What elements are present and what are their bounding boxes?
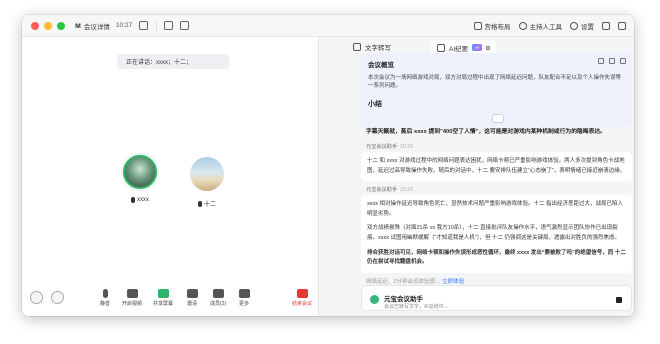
participant-name-row: xxxx <box>123 197 157 203</box>
members-label: 成员(2) <box>209 301 227 307</box>
message-time: 10:26 <box>400 187 414 193</box>
summary-title: 会议概览 <box>368 62 394 69</box>
mute-label: 静音 <box>99 301 110 307</box>
fullscreen-icon[interactable] <box>602 22 610 30</box>
gear-icon <box>570 22 578 30</box>
members-icon <box>212 289 224 298</box>
message-paragraph: 双方战绩悬殊（对面21杀 vs 我方10杀），十二 直接批评队友操作水平，语气激… <box>367 225 621 241</box>
camera-icon <box>126 289 138 298</box>
divider <box>156 20 158 31</box>
assistant-avatar-icon <box>370 295 379 304</box>
message-header: 元宝会议助手 10:26 <box>366 186 413 193</box>
ai-badge: AI <box>472 44 483 51</box>
minimize-window-button[interactable] <box>44 21 52 30</box>
more-label: 更多 <box>238 301 249 307</box>
tab-transcript[interactable]: 文字转写 <box>353 42 391 52</box>
notes-icon[interactable] <box>164 21 174 30</box>
invite-button[interactable]: 邀请 <box>182 289 202 307</box>
host-tools-button[interactable]: 主持人工具 <box>518 21 563 31</box>
raise-hand-button[interactable] <box>51 291 64 304</box>
app-logo-icon: ᴍ <box>75 21 81 30</box>
add-user-icon <box>186 289 198 298</box>
stop-icon[interactable] <box>616 297 622 303</box>
message-text: 十二 和 xxxx 对游戏过程中的网络问题表达困扰，网络卡顿已严重影响游戏体验。… <box>367 158 626 174</box>
meeting-time: 10:27 <box>115 22 133 29</box>
window-mode-icon[interactable] <box>618 22 626 30</box>
apps-icon[interactable] <box>180 21 190 30</box>
more-button[interactable]: 更多 <box>234 289 254 307</box>
assistant-status: 会议已转写文字，AI总结中… <box>384 304 449 310</box>
message-bubble: xxxx 相对操作延迟导致角色死亡，显然技术问题严重影响游戏体验。十二 指出经济… <box>361 195 632 273</box>
summary-actions <box>598 58 626 64</box>
settings-button[interactable]: 设置 <box>570 21 594 31</box>
share-link-icon[interactable] <box>139 21 149 30</box>
mic-icon <box>197 200 202 207</box>
settings-label: 设置 <box>581 24 594 31</box>
video-area: 正在讲话：xxxx；十二； xxxx 十二 <box>22 37 318 316</box>
participant-name: 十二 <box>203 202 216 208</box>
message-paragraph: 排合获胜对话可见，网络卡顿和操作失误形成恶性循环，最终 xxxx 发出“要被败了… <box>367 249 626 266</box>
summary-subtitle: 小结 <box>368 100 382 108</box>
maximize-window-button[interactable] <box>57 21 65 30</box>
message-time: 10:26 <box>400 144 414 150</box>
tab-ai-label: AI纪要 <box>449 45 469 53</box>
share-screen-button[interactable]: 共享屏幕 <box>150 289 176 307</box>
end-meeting-label: 结束会议 <box>291 301 312 307</box>
ai-notes-icon <box>437 43 445 52</box>
assistant-title: 元宝会议助手 <box>384 296 423 303</box>
participant-name-row: 十二 <box>190 199 224 208</box>
mute-button[interactable]: 静音 <box>95 289 115 307</box>
host-tools-label: 主持人工具 <box>529 24 563 31</box>
end-meeting-button[interactable]: 结束会议 <box>290 289 314 307</box>
transcript-icon <box>353 43 361 51</box>
share-screen-icon <box>157 289 169 298</box>
summary-tail-text: 字幕天籁就，蒸后 xxxx 提到"400空了人情"，这可能是对游戏内某种机制或行… <box>366 129 606 135</box>
message-paragraph: xxxx 相对操作延迟导致角色死亡，显然技术问题严重影响游戏体验。十二 指出经济… <box>367 201 624 217</box>
leave-icon <box>296 289 308 298</box>
tab-transcript-label: 文字转写 <box>365 45 391 52</box>
message-header: 元宝会议助手 10:26 <box>366 143 413 150</box>
footer-note: 网络延迟、2分钟会议体验感… 立即体验 <box>366 277 464 285</box>
participant-tile[interactable]: xxxx <box>123 155 157 203</box>
assistant-input-bar[interactable]: 元宝会议助手 会议已转写文字，AI总结中… <box>361 285 632 311</box>
invite-label: 邀请 <box>186 301 197 307</box>
layout-button[interactable]: 宫格布局 <box>473 21 511 31</box>
video-label: 开启视频 <box>121 301 142 307</box>
sender-name: 元宝会议助手 <box>366 144 398 150</box>
close-tab-icon[interactable] <box>486 45 491 50</box>
chevron-down-icon[interactable] <box>492 114 504 123</box>
title-bar: ᴍ 会议详情 10:27 宫格布局 主持人工具 设置 <box>22 15 634 37</box>
copy-icon[interactable] <box>609 58 615 64</box>
participant-name: xxxx <box>137 197 149 203</box>
shield-icon <box>518 22 527 30</box>
meeting-title[interactable]: 会议详情 <box>84 21 110 31</box>
summary-body: 本次会议为一场网络游戏对局，双方对局过程中出现了网络延迟问题，队友配合不足以及个… <box>368 75 622 90</box>
meeting-toolbar: 静音 开启视频 共享屏幕 邀请 成员(2) 更多 结束会议 <box>22 278 318 316</box>
mic-icon <box>131 197 135 203</box>
microphone-icon <box>102 289 108 298</box>
grid-icon <box>473 22 482 30</box>
refresh-icon[interactable] <box>598 58 604 64</box>
meeting-window: ᴍ 会议详情 10:27 宫格布局 主持人工具 设置 正在讲话：xxxx；十二； <box>22 15 634 316</box>
members-button[interactable]: 成员(2) <box>205 289 231 307</box>
emoji-button[interactable] <box>30 291 43 304</box>
avatar <box>123 155 157 189</box>
sender-name: 元宝会议助手 <box>366 187 398 193</box>
layout-label: 宫格布局 <box>484 24 511 31</box>
expand-icon[interactable] <box>620 58 626 64</box>
video-button[interactable]: 开启视频 <box>120 289 144 307</box>
speaking-indicator: 正在讲话：xxxx；十二； <box>117 54 229 69</box>
more-icon <box>238 289 250 298</box>
message-bubble: 十二 和 xxxx 对游戏过程中的网络问题表达困扰，网络卡顿已严重影响游戏体验。… <box>361 152 632 181</box>
avatar <box>190 157 224 191</box>
participant-tile[interactable]: 十二 <box>190 157 224 208</box>
share-screen-label: 共享屏幕 <box>152 301 173 307</box>
close-window-button[interactable] <box>31 21 39 30</box>
title-bar-actions: 宫格布局 主持人工具 设置 <box>473 15 626 37</box>
window-controls <box>31 21 65 30</box>
